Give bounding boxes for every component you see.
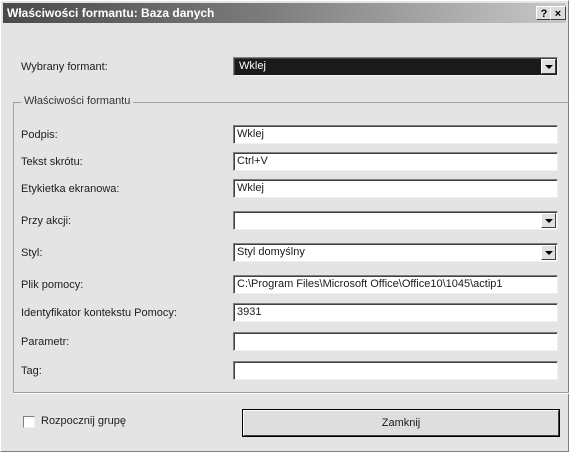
caption-label: Podpis:	[21, 129, 58, 141]
properties-dialog: Właściwości formantu: Baza danych ? × Wy…	[0, 0, 569, 452]
close-window-button[interactable]: ×	[550, 6, 566, 20]
on-action-combo[interactable]	[233, 211, 558, 230]
close-button[interactable]: Zamknij	[243, 410, 559, 436]
style-label: Styl:	[21, 247, 43, 259]
on-action-label: Przy akcji:	[21, 215, 72, 227]
shortcut-text-label: Tekst skrótu:	[21, 156, 83, 168]
window-title: Właściwości formantu: Baza danych	[7, 6, 215, 20]
parameter-label: Parametr:	[21, 336, 70, 348]
help-file-label: Plik pomocy:	[21, 279, 84, 291]
tag-label: Tag:	[21, 365, 42, 377]
begin-group-label[interactable]: Rozpocznij grupę	[41, 415, 126, 427]
screentip-field[interactable]: Wklej	[233, 179, 558, 198]
style-combo[interactable]: Styl domyślny	[233, 243, 558, 262]
caption-value: Wklej	[237, 128, 264, 140]
help-context-id-value: 3931	[237, 306, 262, 318]
shortcut-text-field[interactable]: Ctrl+V	[233, 152, 558, 171]
selected-control-combo[interactable]: Wklej	[233, 57, 558, 76]
tag-field[interactable]	[233, 361, 558, 380]
parameter-field[interactable]	[233, 332, 558, 351]
caption-field[interactable]: Wklej	[233, 125, 558, 144]
screentip-value: Wklej	[237, 182, 264, 194]
help-file-value: C:\Program Files\Microsoft Office\Office…	[237, 278, 503, 290]
shortcut-text-value: Ctrl+V	[237, 155, 268, 167]
help-context-id-label: Identyfikator kontekstu Pomocy:	[21, 307, 177, 319]
help-file-field[interactable]: C:\Program Files\Microsoft Office\Office…	[233, 275, 558, 294]
selected-control-value: Wklej	[237, 60, 268, 72]
help-context-id-field[interactable]: 3931	[233, 303, 558, 322]
selected-control-label: Wybrany formant:	[21, 61, 108, 73]
chevron-down-icon[interactable]	[541, 245, 556, 260]
group-legend: Właściwości formantu	[21, 95, 134, 107]
screentip-label: Etykietka ekranowa:	[21, 183, 120, 195]
chevron-down-icon[interactable]	[541, 59, 556, 74]
begin-group-checkbox[interactable]	[23, 416, 35, 428]
title-bar[interactable]: Właściwości formantu: Baza danych ? ×	[3, 3, 566, 23]
style-value: Styl domyślny	[237, 246, 305, 258]
chevron-down-icon[interactable]	[541, 213, 556, 228]
